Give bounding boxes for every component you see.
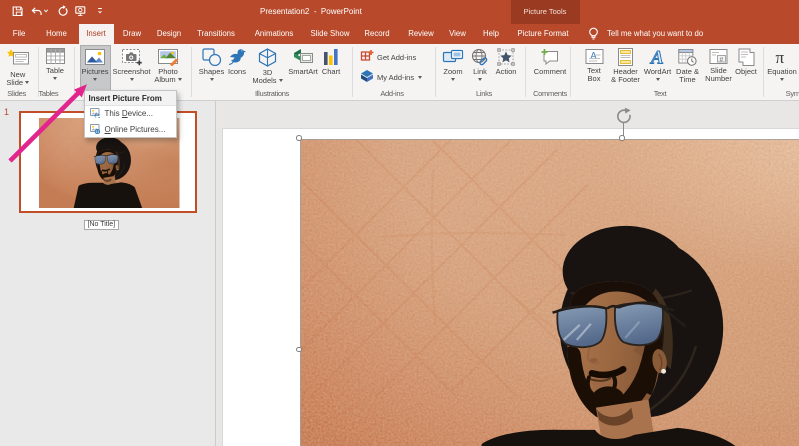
svg-text:A: A [650, 48, 664, 66]
svg-text:A: A [590, 51, 596, 61]
svg-text:π: π [776, 48, 785, 66]
svg-text:#: # [720, 56, 724, 63]
